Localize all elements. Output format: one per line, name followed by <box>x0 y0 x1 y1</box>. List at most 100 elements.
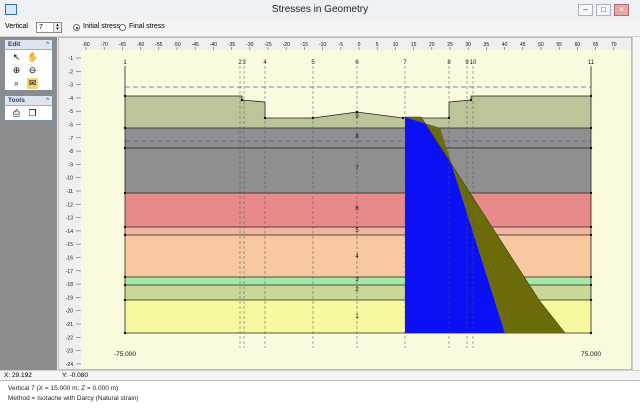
top-ruler-label: -10 <box>319 42 326 48</box>
geometry-node <box>401 116 405 120</box>
left-ruler-label: -10 <box>66 176 73 182</box>
top-ruler-label: 30 <box>465 42 471 48</box>
top-ruler-label: 60 <box>575 42 581 48</box>
geometry-node <box>589 283 593 287</box>
sidebar: Edit ^ ↖ ✋ ⊕ ⊖ ⌕ ✉ Tools ^ ⎙ ❐ <box>0 37 57 370</box>
top-ruler-label: -70 <box>101 42 108 48</box>
spinner-arrows-icon[interactable]: ▴ ▾ <box>53 23 61 32</box>
left-ruler-label: -6 <box>69 123 74 129</box>
left-ruler-label: -8 <box>69 149 74 155</box>
left-ruler-label: -2 <box>69 69 74 75</box>
left-boundary-label: -75.000 <box>114 351 136 358</box>
geometry-node <box>589 146 593 150</box>
right-boundary-label: 75.000 <box>581 351 601 358</box>
copy-icon[interactable]: ❐ <box>27 108 38 119</box>
tools-panel-header[interactable]: Tools ^ <box>5 96 52 106</box>
top-ruler <box>59 38 631 50</box>
top-ruler-label: 70 <box>611 42 617 48</box>
top-ruler-label: 25 <box>447 42 453 48</box>
top-ruler-label: 45 <box>520 42 526 48</box>
geometry-node <box>589 298 593 302</box>
left-ruler-label: -16 <box>66 256 73 262</box>
top-ruler-label: -45 <box>192 42 199 48</box>
top-ruler-label: 15 <box>411 42 417 48</box>
info-method-line: Method = Isotache with Darcy (Natural st… <box>8 395 139 402</box>
collapse-caret-icon[interactable]: ^ <box>46 40 49 49</box>
top-ruler-label: -35 <box>228 42 235 48</box>
top-ruler-label: -15 <box>301 42 308 48</box>
geometry-node <box>355 110 359 114</box>
top-ruler-label: -30 <box>246 42 253 48</box>
vertical-label: Vertical <box>5 23 28 30</box>
left-ruler-label: -24 <box>66 362 73 368</box>
left-ruler-label: -4 <box>69 96 74 102</box>
vertical-value[interactable]: 7 <box>39 24 43 31</box>
left-ruler-label: -20 <box>66 309 73 315</box>
edit-panel: Edit ^ ↖ ✋ ⊕ ⊖ ⌕ ✉ <box>4 39 53 91</box>
vertical-number-label: 10 <box>470 60 477 66</box>
maximize-button[interactable]: □ <box>596 4 611 16</box>
left-ruler-label: -14 <box>66 229 73 235</box>
zoom-in-icon[interactable]: ⊕ <box>11 65 22 76</box>
edit-panel-header[interactable]: Edit ^ <box>5 40 52 50</box>
left-ruler-label: -5 <box>69 109 74 115</box>
top-ruler-label: -60 <box>137 42 144 48</box>
left-ruler-label: -18 <box>66 282 73 288</box>
pan-hand-icon[interactable]: ✋ <box>27 52 38 63</box>
top-ruler-label: 5 <box>376 42 379 48</box>
envelope-icon[interactable]: ✉ <box>27 78 38 89</box>
left-ruler-label: -7 <box>69 136 74 142</box>
y-readout: Y: -0.080 <box>62 372 89 379</box>
zoom-out-icon[interactable]: ⊖ <box>27 65 38 76</box>
left-ruler-label: -9 <box>69 162 74 168</box>
left-ruler-label: -19 <box>66 295 73 301</box>
top-ruler-label: -50 <box>173 42 180 48</box>
left-ruler-label: -21 <box>66 322 73 328</box>
final-stress-radio[interactable] <box>119 24 126 31</box>
geometry-node <box>123 275 127 279</box>
geometry-node <box>123 146 127 150</box>
top-ruler-label: -20 <box>283 42 290 48</box>
geometry-node <box>123 298 127 302</box>
geometry-node <box>589 331 593 335</box>
geometry-node <box>123 233 127 237</box>
close-button[interactable]: × <box>614 4 629 16</box>
initial-stress-radio[interactable] <box>73 24 80 31</box>
info-vertical-line: Vertical 7 (X = 15.000 m; Z = 0.000 m) <box>8 385 119 392</box>
geometry-canvas[interactable]: -80 -70 -65 -60 -55 -50 -45 -40 -35 -30 -25 -20 -15-… <box>58 37 632 370</box>
geometry-node <box>123 283 127 287</box>
collapse-caret-icon[interactable]: ^ <box>46 96 49 105</box>
geometry-node <box>447 116 451 120</box>
geometry-node <box>589 225 593 229</box>
top-ruler-label: -80 <box>82 42 89 48</box>
geometry-node <box>123 94 127 98</box>
left-ruler-label: -1 <box>69 56 74 62</box>
geometry-plot[interactable]: -80 -70 -65 -60 -55 -50 -45 -40 -35 -30 -25 -20 -15-… <box>59 38 631 369</box>
geometry-node <box>589 191 593 195</box>
vertical-spinner[interactable]: 7 ▴ ▾ <box>36 22 62 33</box>
pointer-icon[interactable]: ↖ <box>11 52 22 63</box>
x-readout: X: 29.192 <box>4 372 32 379</box>
vertical-scrollbar[interactable] <box>632 37 640 370</box>
top-ruler-label: 50 <box>538 42 544 48</box>
toolbar: Vertical 7 ▴ ▾ Initial stress Final stres… <box>0 20 640 37</box>
title-bar: Stresses in Geometry – □ × <box>0 0 640 21</box>
left-ruler-label: -12 <box>66 202 73 208</box>
initial-stress-label[interactable]: Initial stress <box>83 23 120 30</box>
geometry-node <box>240 98 244 102</box>
zoom-window-icon[interactable]: ⌕ <box>11 78 22 89</box>
geometry-node <box>311 116 315 120</box>
top-ruler-label: 65 <box>593 42 599 48</box>
geometry-node <box>589 94 593 98</box>
top-ruler-label: -55 <box>155 42 162 48</box>
top-ruler-label: 35 <box>484 42 490 48</box>
left-ruler-label: -15 <box>66 242 73 248</box>
left-ruler-label: -3 <box>69 83 74 89</box>
geometry-node <box>263 116 267 120</box>
final-stress-label[interactable]: Final stress <box>129 23 165 30</box>
geometry-node <box>589 126 593 130</box>
minimize-button[interactable]: – <box>578 4 593 16</box>
print-icon[interactable]: ⎙ <box>11 108 22 119</box>
top-ruler-label: -5 <box>339 42 344 48</box>
vertical-number-label: 11 <box>588 60 595 66</box>
